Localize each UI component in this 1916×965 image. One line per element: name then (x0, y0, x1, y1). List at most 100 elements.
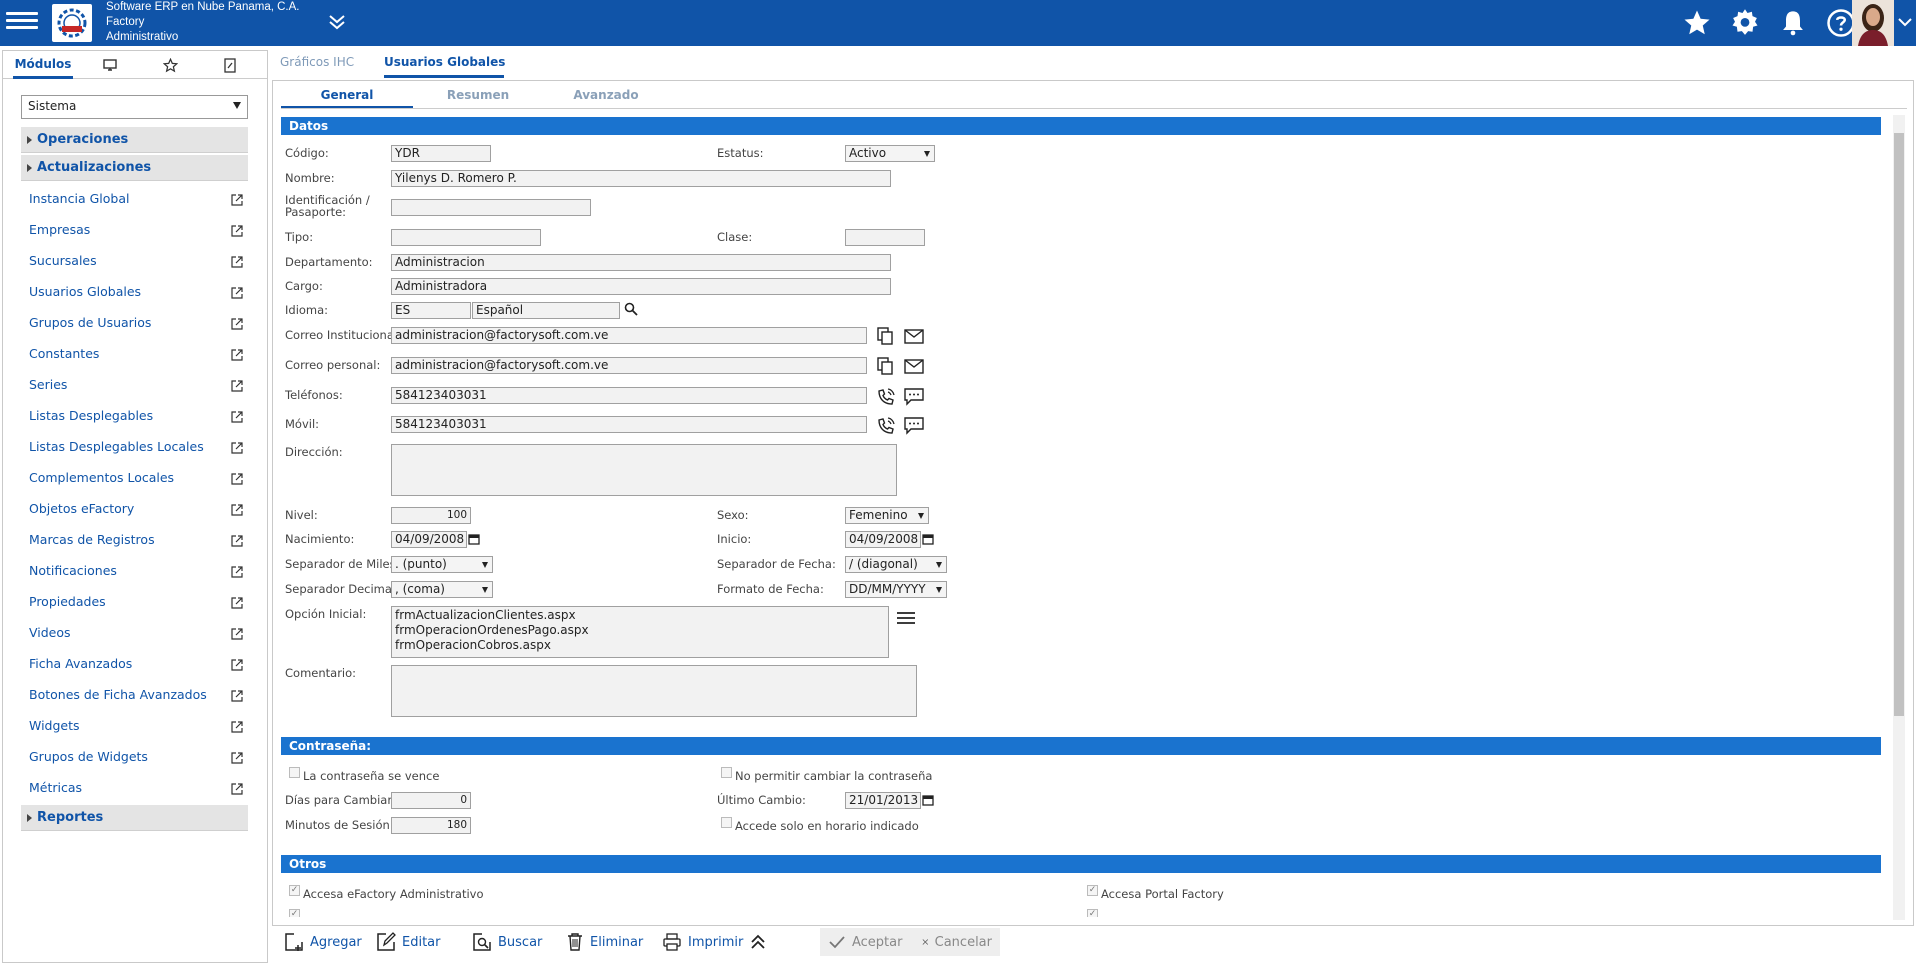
no-cambiar-checkbox[interactable] (721, 767, 732, 778)
double-chevron-up-icon[interactable] (748, 928, 768, 956)
tab-usuarios-globales[interactable]: Usuarios Globales (384, 50, 505, 78)
tab-graficos-ihc[interactable]: Gráficos IHC (280, 50, 354, 78)
copy-icon[interactable] (875, 356, 895, 376)
nombre-field[interactable]: Yilenys D. Romero P. (391, 170, 891, 187)
sexo-select[interactable]: Femenino (845, 507, 929, 524)
external-link-icon[interactable] (231, 347, 243, 361)
codigo-field[interactable]: YDR (391, 145, 491, 162)
nacimiento-field[interactable]: 04/09/2008 (391, 531, 467, 548)
identificacion-field[interactable] (391, 199, 591, 216)
extra-checkbox[interactable]: ✓ (289, 909, 300, 917)
sidebar-item[interactable]: Series (29, 375, 243, 395)
idioma-name-field[interactable]: Español (472, 302, 620, 319)
sidebar-item[interactable]: Empresas (29, 220, 243, 240)
formato-fecha-select[interactable]: DD/MM/YYYY (845, 581, 947, 598)
editar-button[interactable]: Editar (376, 928, 441, 956)
clase-field[interactable] (845, 229, 925, 246)
phone-call-icon[interactable] (875, 386, 895, 406)
telefonos-field[interactable]: 584123403031 (391, 387, 867, 404)
double-chevron-down-icon[interactable] (325, 10, 349, 34)
sidebar-item[interactable]: Ficha Avanzados (29, 654, 243, 674)
tab-general[interactable]: General (281, 85, 413, 109)
phone-call-icon[interactable] (875, 415, 895, 435)
horario-checkbox[interactable] (721, 817, 732, 828)
external-link-icon[interactable] (231, 626, 243, 640)
list-item[interactable]: frmOperacionCobros.aspx (395, 638, 885, 653)
imprimir-button[interactable]: Imprimir (662, 928, 743, 956)
correo-institucional-field[interactable]: administracion@factorysoft.com.ve (391, 327, 867, 344)
hamburger-menu-icon[interactable] (6, 8, 38, 38)
vertical-scrollbar[interactable] (1893, 115, 1905, 920)
external-link-icon[interactable] (231, 688, 243, 702)
user-avatar[interactable] (1852, 0, 1894, 46)
comentario-textarea[interactable] (391, 665, 917, 717)
tipo-field[interactable] (391, 229, 541, 246)
external-link-icon[interactable] (231, 285, 243, 299)
sidebar-item[interactable]: Videos (29, 623, 243, 643)
external-link-icon[interactable] (231, 378, 243, 392)
correo-personal-field[interactable]: administracion@factorysoft.com.ve (391, 357, 867, 374)
vence-checkbox[interactable] (289, 767, 300, 778)
search-icon[interactable] (623, 301, 643, 321)
accesa-portal-checkbox[interactable]: ✓ (1087, 885, 1098, 896)
tab-modulos[interactable]: Módulos (13, 51, 73, 79)
buscar-button[interactable]: Buscar (472, 928, 542, 956)
sidebar-item[interactable]: Complementos Locales (29, 468, 243, 488)
external-link-icon[interactable] (231, 192, 243, 206)
external-link-icon[interactable] (231, 223, 243, 237)
list-menu-icon[interactable] (895, 609, 915, 629)
sidebar-item[interactable]: Objetos eFactory (29, 499, 243, 519)
copy-icon[interactable] (875, 326, 895, 346)
external-link-icon[interactable] (231, 564, 243, 578)
external-link-icon[interactable] (231, 533, 243, 547)
external-link-icon[interactable] (231, 254, 243, 268)
favorites-star-icon[interactable] (155, 51, 185, 79)
tab-avanzado[interactable]: Avanzado (543, 85, 669, 109)
sidebar-item[interactable]: Grupos de Usuarios (29, 313, 243, 333)
external-link-icon[interactable] (231, 440, 243, 454)
inicio-field[interactable]: 04/09/2008 (845, 531, 921, 548)
scrollbar-thumb[interactable] (1894, 133, 1904, 716)
sidebar-item[interactable]: Grupos de Widgets (29, 747, 243, 767)
separador-fecha-select[interactable]: / (diagonal) (845, 556, 947, 573)
list-item[interactable]: frmActualizacionClientes.aspx (395, 608, 885, 623)
module-selector[interactable]: Sistema (21, 95, 248, 119)
notes-icon[interactable] (215, 51, 245, 79)
sidebar-item[interactable]: Notificaciones (29, 561, 243, 581)
mail-icon[interactable] (903, 326, 924, 346)
group-reportes[interactable]: Reportes (21, 805, 248, 831)
cancelar-button[interactable]: Cancelar (914, 928, 1000, 956)
external-link-icon[interactable] (231, 316, 243, 330)
group-actualizaciones[interactable]: Actualizaciones (21, 155, 248, 181)
agregar-button[interactable]: Agregar (284, 928, 362, 956)
tab-resumen[interactable]: Resumen (413, 85, 543, 109)
message-icon[interactable] (903, 415, 924, 435)
movil-field[interactable]: 584123403031 (391, 416, 867, 433)
sidebar-item[interactable]: Botones de Ficha Avanzados (29, 685, 243, 705)
cargo-field[interactable]: Administradora (391, 278, 891, 295)
sidebar-item[interactable]: Listas Desplegables Locales (29, 437, 243, 457)
idioma-code-field[interactable]: ES (391, 302, 471, 319)
minutos-sesion-field[interactable]: 180 (391, 817, 471, 834)
external-link-icon[interactable] (231, 719, 243, 733)
departamento-field[interactable]: Administracion (391, 254, 891, 271)
sidebar-item[interactable]: Listas Desplegables (29, 406, 243, 426)
monitor-icon[interactable] (95, 51, 125, 79)
aceptar-button[interactable]: Aceptar (820, 928, 914, 956)
estatus-select[interactable]: Activo (845, 145, 935, 162)
sidebar-item[interactable]: Instancia Global (29, 189, 243, 209)
nivel-field[interactable]: 100 (391, 507, 471, 524)
star-icon[interactable] (1680, 6, 1714, 40)
external-link-icon[interactable] (231, 502, 243, 516)
calendar-icon[interactable] (922, 794, 934, 806)
separador-decimales-select[interactable]: , (coma) (391, 581, 493, 598)
separador-miles-select[interactable]: . (punto) (391, 556, 493, 573)
sidebar-item[interactable]: Widgets (29, 716, 243, 736)
accesa-admin-checkbox[interactable]: ✓ (289, 885, 300, 896)
external-link-icon[interactable] (231, 409, 243, 423)
external-link-icon[interactable] (231, 781, 243, 795)
eliminar-button[interactable]: Eliminar (566, 928, 643, 956)
extra-checkbox[interactable]: ✓ (1087, 909, 1098, 917)
ultimo-cambio-field[interactable]: 21/01/2013 (845, 792, 921, 809)
mail-icon[interactable] (903, 356, 924, 376)
